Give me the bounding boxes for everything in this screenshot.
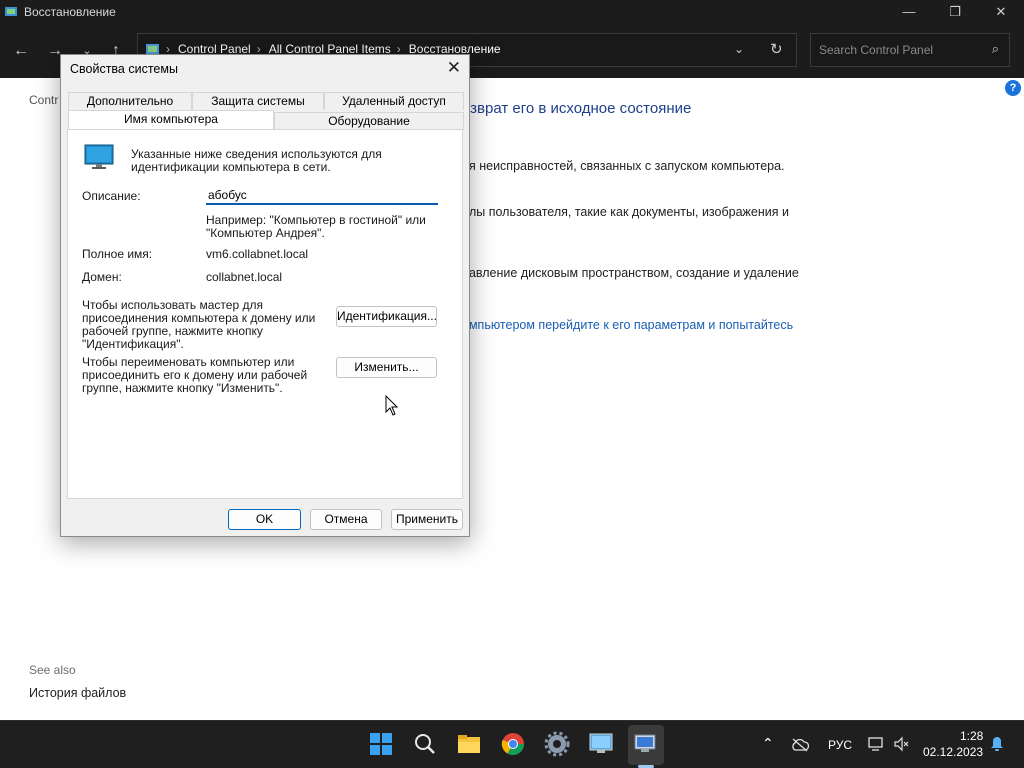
- tabs-front-row: Имя компьютера Оборудование: [68, 110, 464, 130]
- tab-computer-name[interactable]: Имя компьютера: [68, 110, 274, 130]
- tabs-back-row: Дополнительно Защита системы Удаленный д…: [68, 92, 464, 110]
- description-field[interactable]: [206, 186, 438, 205]
- search-icon: ⌕: [991, 41, 999, 56]
- page-text-line: ия неисправностей, связанных с запуском …: [462, 159, 785, 173]
- page-text-line: равление дисковым пространством, создани…: [462, 266, 799, 280]
- help-icon[interactable]: ?: [1005, 80, 1021, 96]
- ok-button[interactable]: OK: [228, 509, 301, 530]
- chrome-icon[interactable]: [500, 731, 526, 757]
- tab-system-protection[interactable]: Защита системы: [192, 92, 324, 110]
- window-titlebar: Восстановление — ❐ ✕: [0, 0, 1024, 24]
- chevron-up-icon[interactable]: ⌃: [762, 735, 774, 752]
- change-button[interactable]: Изменить...: [336, 357, 437, 378]
- domain-value: collabnet.local: [206, 270, 283, 284]
- full-name-label: Полное имя:: [82, 247, 153, 261]
- close-icon[interactable]: ✕: [978, 0, 1024, 24]
- recovery-app-icon: [5, 7, 17, 16]
- page-text-line: йлы пользователя, такие как документы, и…: [462, 205, 789, 219]
- volume-muted-icon[interactable]: [893, 736, 909, 752]
- computer-monitor-icon: [84, 144, 114, 169]
- description-label: Описание:: [82, 189, 141, 203]
- dialog-close-icon[interactable]: ✕: [447, 58, 461, 78]
- clock-date[interactable]: 02.12.2023: [923, 745, 983, 759]
- computer-name-panel: Указанные ниже сведения используются для…: [67, 129, 463, 499]
- apply-button[interactable]: Применить: [391, 509, 463, 530]
- address-dropdown-icon[interactable]: ⌄: [734, 42, 744, 56]
- rename-text: группе, нажмите кнопку "Изменить".: [82, 381, 283, 395]
- search-placeholder: Search Control Panel: [819, 43, 934, 57]
- search-icon[interactable]: [412, 731, 438, 757]
- identification-button[interactable]: Идентификация...: [336, 306, 437, 327]
- page-crumb[interactable]: Contr: [29, 93, 58, 107]
- search-input[interactable]: Search Control Panel ⌕: [810, 33, 1010, 67]
- remote-desktop-icon[interactable]: [588, 731, 614, 757]
- page-heading: озврат его в исходное состояние: [462, 100, 692, 117]
- system-properties-icon[interactable]: [633, 731, 659, 757]
- windows-start-icon[interactable]: [368, 731, 394, 757]
- system-properties-dialog: Свойства системы ✕ Дополнительно Защита …: [60, 54, 470, 537]
- settings-icon[interactable]: [544, 731, 570, 757]
- dialog-title: Свойства системы: [70, 62, 178, 76]
- file-explorer-icon[interactable]: [456, 731, 482, 757]
- window-title: Восстановление: [24, 5, 116, 19]
- tab-advanced[interactable]: Дополнительно: [68, 92, 192, 110]
- language-indicator[interactable]: РУС: [828, 738, 852, 752]
- tab-hardware[interactable]: Оборудование: [274, 112, 464, 130]
- notification-bell-icon[interactable]: [990, 736, 1004, 752]
- network-icon[interactable]: [868, 736, 884, 752]
- back-arrow-icon[interactable]: ←: [11, 41, 31, 61]
- full-name-value: vm6.collabnet.local: [206, 247, 309, 261]
- cancel-button[interactable]: Отмена: [310, 509, 382, 530]
- minimize-icon[interactable]: —: [886, 0, 932, 24]
- see-also-file-history-link[interactable]: История файлов: [29, 686, 126, 700]
- example-text: "Компьютер Андрея".: [206, 226, 325, 240]
- clock-time[interactable]: 1:28: [960, 729, 983, 743]
- taskbar: ⌃ РУС 1:28 02.12.2023: [0, 720, 1024, 768]
- refresh-icon[interactable]: ↻: [770, 40, 783, 58]
- tab-remote[interactable]: Удаленный доступ: [324, 92, 464, 110]
- intro-text: идентификации компьютера в сети.: [131, 160, 331, 174]
- maximize-icon[interactable]: ❐: [932, 0, 978, 24]
- mouse-cursor-icon: [385, 395, 399, 416]
- page-link[interactable]: омпьютером перейдите к его параметрам и …: [462, 318, 793, 332]
- cloud-offline-icon[interactable]: [790, 738, 810, 752]
- wizard-text: "Идентификация".: [82, 337, 184, 351]
- domain-label: Домен:: [82, 270, 122, 284]
- see-also-heading: See also: [29, 663, 76, 677]
